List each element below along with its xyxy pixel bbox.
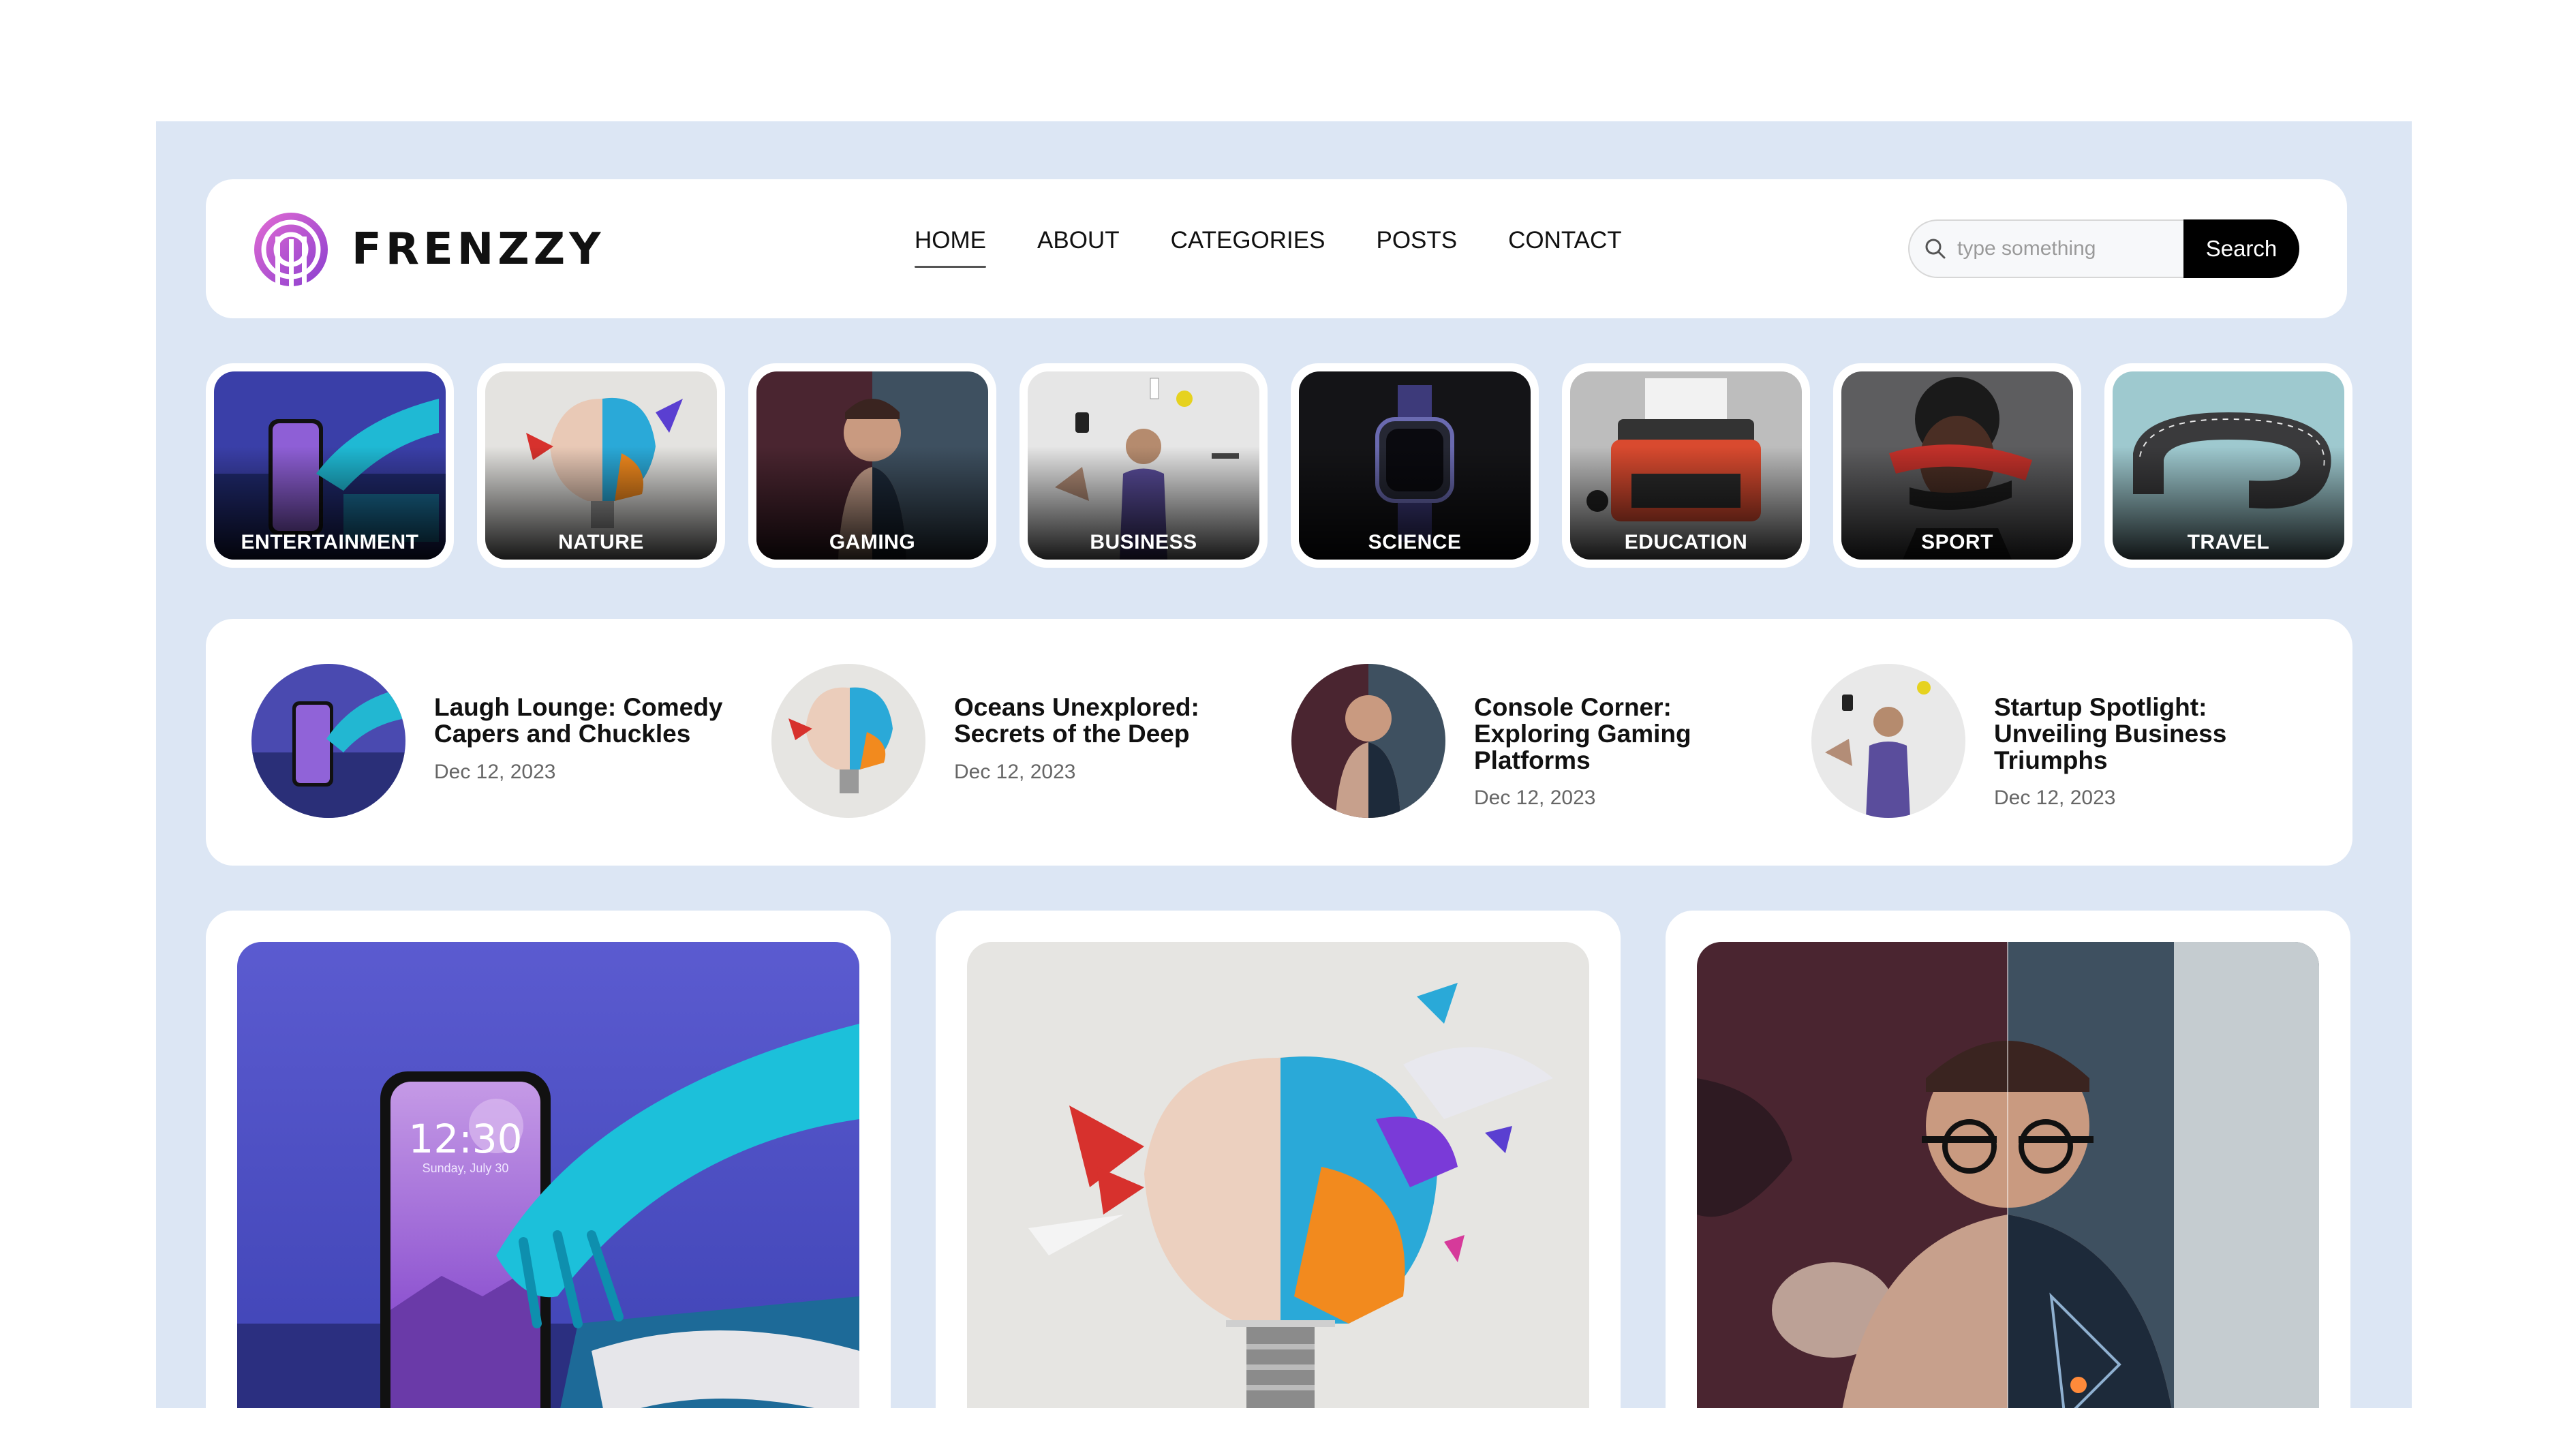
brand-logo[interactable]: FRENZZY: [251, 209, 604, 290]
post-title: Laugh Lounge: Comedy Capers and Chuckles: [434, 693, 723, 748]
category-image: ENTERTAINMENT: [214, 371, 446, 560]
post-thumbnail: [1291, 664, 1445, 818]
phone-clock: 12:30: [408, 1116, 523, 1162]
category-gaming[interactable]: GAMING: [748, 363, 996, 568]
search-field: [1908, 219, 2183, 278]
post-title: Oceans Unexplored: Secrets of the Deep: [954, 693, 1199, 748]
category-business[interactable]: BUSINESS: [1019, 363, 1268, 568]
category-sport[interactable]: SPORT: [1833, 363, 2081, 568]
nav-posts[interactable]: POSTS: [1376, 227, 1457, 268]
recent-post-item[interactable]: Oceans Unexplored: Secrets of the Deep D…: [771, 664, 1276, 821]
post-date: Dec 12, 2023: [434, 761, 556, 783]
site-header: FRENZZY HOME ABOUT CATEGORIES POSTS CONT…: [206, 179, 2347, 318]
search-icon: [1925, 239, 1946, 259]
post-title: Console Corner: Exploring Gaming Platfor…: [1474, 693, 1691, 774]
post-date: Dec 12, 2023: [1474, 787, 1596, 809]
recent-post-item[interactable]: Console Corner: Exploring Gaming Platfor…: [1291, 664, 1796, 821]
category-image: EDUCATION: [1570, 371, 1802, 560]
phone-date: Sunday, July 30: [422, 1161, 509, 1175]
category-image: BUSINESS: [1028, 371, 1259, 560]
post-date: Dec 12, 2023: [1994, 787, 2116, 809]
post-thumbnail: [1811, 664, 1965, 818]
recent-post-item[interactable]: Startup Spotlight: Unveiling Business Tr…: [1811, 664, 2316, 821]
post-thumbnail: [771, 664, 925, 818]
nav-contact[interactable]: CONTACT: [1508, 227, 1622, 268]
category-education[interactable]: EDUCATION: [1562, 363, 1810, 568]
category-image: NATURE: [485, 371, 717, 560]
search-input[interactable]: [1957, 237, 2175, 260]
category-image: SCIENCE: [1299, 371, 1531, 560]
post-thumbnail: [251, 664, 405, 818]
category-travel[interactable]: TRAVEL: [2104, 363, 2352, 568]
search-button[interactable]: Search: [2183, 219, 2299, 278]
logo-icon: [254, 213, 328, 288]
featured-post-image: 12:30 Sunday, July 30: [237, 942, 859, 1408]
main-nav: HOME ABOUT CATEGORIES POSTS CONTACT: [915, 227, 1673, 268]
category-image: SPORT: [1841, 371, 2073, 560]
category-label: TRAVEL: [2187, 531, 2270, 553]
category-label: ENTERTAINMENT: [241, 531, 419, 553]
category-image: TRAVEL: [2113, 371, 2344, 560]
category-label: BUSINESS: [1090, 531, 1197, 553]
category-row: ENTERTAINMENT NATURE GAMING BUSINESS SCI…: [206, 363, 2352, 568]
category-label: EDUCATION: [1624, 531, 1748, 553]
featured-post-image: [967, 942, 1589, 1408]
nav-about[interactable]: ABOUT: [1037, 227, 1120, 268]
category-image: GAMING: [756, 371, 988, 560]
post-title: Startup Spotlight: Unveiling Business Tr…: [1994, 693, 2227, 774]
category-label: SPORT: [1921, 531, 1993, 553]
category-label: NATURE: [558, 531, 644, 553]
category-label: GAMING: [829, 531, 916, 553]
nav-categories[interactable]: CATEGORIES: [1171, 227, 1325, 268]
featured-post-card[interactable]: 12:30 Sunday, July 30: [206, 911, 891, 1408]
category-entertainment[interactable]: ENTERTAINMENT: [206, 363, 454, 568]
category-nature[interactable]: NATURE: [477, 363, 725, 568]
recent-post-item[interactable]: Laugh Lounge: Comedy Capers and Chuckles…: [251, 664, 756, 821]
search-bar: Search: [1908, 219, 2299, 278]
nav-home[interactable]: HOME: [915, 227, 986, 268]
featured-post-image: [1697, 942, 2319, 1408]
featured-post-card[interactable]: [936, 911, 1621, 1408]
post-date: Dec 12, 2023: [954, 761, 1076, 783]
featured-post-card[interactable]: [1666, 911, 2350, 1408]
brand-name: FRENZZY: [352, 224, 605, 275]
category-label: SCIENCE: [1368, 531, 1462, 553]
category-science[interactable]: SCIENCE: [1291, 363, 1539, 568]
recent-posts: Laugh Lounge: Comedy Capers and Chuckles…: [206, 619, 2352, 866]
page-frame: FRENZZY HOME ABOUT CATEGORIES POSTS CONT…: [156, 121, 2412, 1408]
